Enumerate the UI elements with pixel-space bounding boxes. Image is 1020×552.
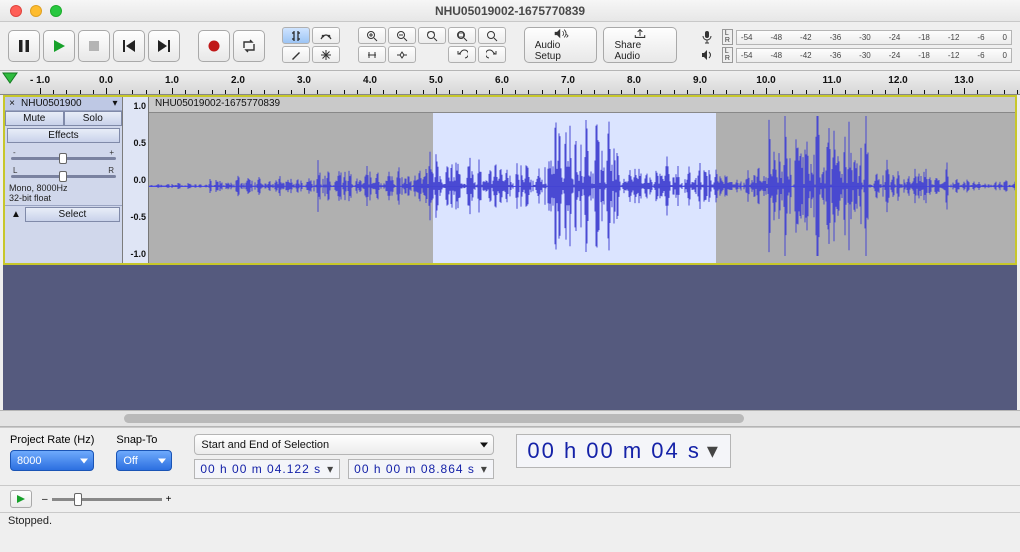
clip-title[interactable]: NHU05019002-1675770839 bbox=[149, 97, 1015, 113]
pause-button[interactable] bbox=[8, 30, 40, 62]
timeline-ruler[interactable]: - 1.00.01.02.03.04.05.06.07.08.09.010.01… bbox=[0, 71, 1020, 95]
project-rate-label: Project Rate (Hz) bbox=[10, 434, 94, 446]
track-collapse-row: ▲ Select bbox=[5, 205, 122, 223]
status-bar: Stopped. bbox=[0, 512, 1020, 529]
play-at-speed-button[interactable] bbox=[10, 490, 32, 508]
empty-track-space[interactable] bbox=[3, 265, 1017, 410]
waveform-icon bbox=[149, 113, 1015, 263]
playback-speed-slider[interactable] bbox=[52, 498, 162, 501]
zoom-out-button[interactable] bbox=[388, 27, 416, 44]
undo-button[interactable] bbox=[448, 46, 476, 63]
meters-panel: LR -54-48-42-36-30-24-18-12-60 LR -54-48… bbox=[695, 27, 1012, 65]
record-meter-row: LR -54-48-42-36-30-24-18-12-60 bbox=[695, 29, 1012, 45]
skip-start-button[interactable] bbox=[113, 30, 145, 62]
stop-button[interactable] bbox=[78, 30, 110, 62]
speaker-icon[interactable] bbox=[695, 48, 719, 62]
zoom-window-button[interactable] bbox=[50, 5, 62, 17]
effects-button[interactable]: Effects bbox=[7, 128, 120, 143]
draw-tool-button[interactable] bbox=[282, 46, 310, 63]
selection-toolbar: Project Rate (Hz) 8000 Snap-To Off Start… bbox=[0, 427, 1020, 485]
lr-label: LR bbox=[722, 29, 733, 45]
fit-project-button[interactable] bbox=[448, 27, 476, 44]
selection-end-field[interactable]: 00 h 00 m 08.864 s▾ bbox=[348, 459, 494, 479]
titlebar: NHU05019002-1675770839 bbox=[0, 0, 1020, 22]
track-control-panel: × NHU0501900 ▾ Mute Solo Effects -+ LR M… bbox=[5, 97, 123, 263]
playhead-icon[interactable] bbox=[2, 72, 18, 84]
silence-button[interactable] bbox=[388, 46, 416, 63]
collapse-button[interactable]: ▲ bbox=[7, 209, 25, 220]
time-counter[interactable]: 00 h 00 m 04 s▾ bbox=[516, 434, 731, 468]
vertical-scale[interactable]: 1.0 0.5 0.0 -0.5 -1.0 bbox=[123, 97, 149, 263]
trim-button[interactable] bbox=[358, 46, 386, 63]
playback-meter[interactable]: -54-48-42-36-30-24-18-12-60 bbox=[736, 48, 1012, 63]
solo-button[interactable]: Solo bbox=[64, 111, 123, 126]
zoom-edit-group bbox=[358, 27, 506, 65]
audio-setup-label: Audio Setup bbox=[535, 40, 587, 62]
track-format-label: Mono, 8000Hz32-bit float bbox=[5, 181, 122, 205]
play-at-speed-bar: – + bbox=[0, 485, 1020, 512]
project-rate-select[interactable]: 8000 bbox=[10, 450, 94, 471]
record-meter[interactable]: -54-48-42-36-30-24-18-12-60 bbox=[736, 30, 1012, 45]
tools-group bbox=[282, 27, 340, 65]
window-title: NHU05019002-1675770839 bbox=[0, 4, 1020, 18]
speed-plus-icon: + bbox=[166, 494, 172, 505]
close-window-button[interactable] bbox=[10, 5, 22, 17]
audio-setup-button[interactable]: Audio Setup bbox=[524, 27, 598, 63]
waveform-area[interactable]: NHU05019002-1675770839 bbox=[149, 97, 1015, 263]
zoom-toggle-button[interactable] bbox=[478, 27, 506, 44]
lr-label: LR bbox=[722, 47, 733, 63]
fit-selection-button[interactable] bbox=[418, 27, 446, 44]
scrollbar-thumb[interactable] bbox=[124, 414, 744, 423]
skip-end-button[interactable] bbox=[148, 30, 180, 62]
loop-button[interactable] bbox=[233, 30, 265, 62]
mute-button[interactable]: Mute bbox=[5, 111, 64, 126]
select-track-button[interactable]: Select bbox=[25, 207, 120, 222]
gain-slider[interactable]: -+ bbox=[5, 145, 122, 163]
play-button[interactable] bbox=[43, 30, 75, 62]
track-name[interactable]: NHU0501900 bbox=[19, 97, 108, 110]
selection-tool-button[interactable] bbox=[282, 27, 310, 44]
multi-tool-button[interactable] bbox=[312, 46, 340, 63]
speed-minus-icon: – bbox=[42, 494, 48, 505]
transport-controls bbox=[8, 27, 180, 65]
zoom-in-button[interactable] bbox=[358, 27, 386, 44]
pan-slider[interactable]: LR bbox=[5, 163, 122, 181]
horizontal-scrollbar[interactable] bbox=[0, 410, 1020, 427]
record-button[interactable] bbox=[198, 30, 230, 62]
selection-format-select[interactable]: Start and End of Selection bbox=[194, 434, 494, 455]
snap-to-select[interactable]: Off bbox=[116, 450, 172, 471]
close-track-button[interactable]: × bbox=[5, 98, 19, 109]
minimize-window-button[interactable] bbox=[30, 5, 42, 17]
selection-start-field[interactable]: 00 h 00 m 04.122 s▾ bbox=[194, 459, 340, 479]
track-header: × NHU0501900 ▾ bbox=[5, 97, 122, 111]
share-audio-label: Share Audio bbox=[614, 40, 666, 62]
playback-meter-row: LR -54-48-42-36-30-24-18-12-60 bbox=[695, 47, 1012, 63]
main-toolbar: Audio Setup Share Audio LR -54-48-42-36-… bbox=[0, 22, 1020, 71]
microphone-icon[interactable] bbox=[695, 30, 719, 44]
track-area: × NHU0501900 ▾ Mute Solo Effects -+ LR M… bbox=[3, 95, 1017, 265]
track-menu-button[interactable]: ▾ bbox=[108, 98, 122, 109]
window-controls bbox=[0, 5, 62, 17]
redo-button[interactable] bbox=[478, 46, 506, 63]
envelope-tool-button[interactable] bbox=[312, 27, 340, 44]
share-audio-button[interactable]: Share Audio bbox=[603, 27, 677, 63]
record-controls bbox=[198, 27, 265, 65]
snap-to-label: Snap-To bbox=[116, 434, 172, 446]
